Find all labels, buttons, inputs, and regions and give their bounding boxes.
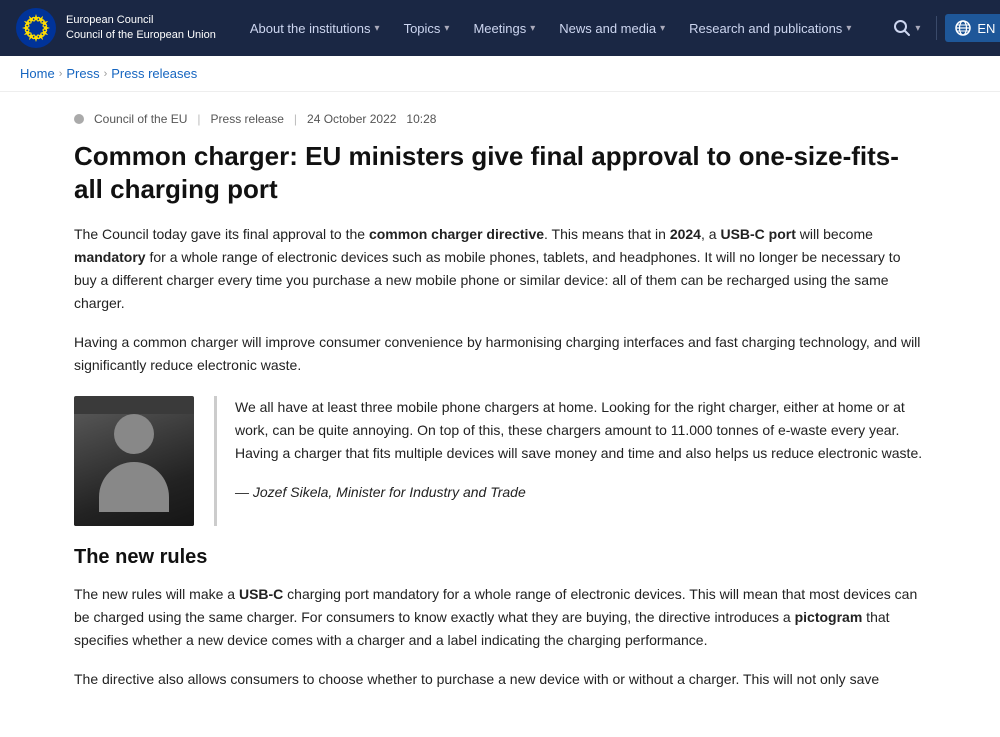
globe-icon [955, 20, 971, 36]
breadcrumb-press-releases[interactable]: Press releases [111, 66, 197, 81]
chevron-down-icon: ▾ [846, 23, 851, 34]
person-head [114, 414, 154, 454]
article-para1: The Council today gave its final approva… [74, 223, 926, 315]
quote-text: We all have at least three mobile phone … [235, 396, 926, 465]
breadcrumb-home[interactable]: Home [20, 66, 55, 81]
nav-topics[interactable]: Topics ▾ [394, 0, 460, 56]
chevron-down-icon: ▾ [444, 23, 449, 34]
chevron-down-icon: ▾ [530, 23, 535, 34]
meta-sep2: | [294, 112, 297, 126]
meta-date: 24 October 2022 [307, 112, 396, 126]
language-selector[interactable]: EN [945, 14, 1000, 42]
org-line1: European Council [66, 13, 216, 28]
minister-photo-inner [74, 414, 194, 526]
main-nav: About the institutions ▾ Topics ▾ Meetin… [240, 0, 862, 56]
site-header: European Council Council of the European… [0, 0, 1000, 56]
main-content: Council of the EU | Press release | 24 O… [50, 92, 950, 737]
breadcrumb-sep2: › [104, 68, 108, 80]
quote-block: We all have at least three mobile phone … [214, 396, 926, 526]
search-button[interactable]: ▾ [885, 19, 928, 37]
org-line2: Council of the European Union [66, 28, 216, 43]
quote-section: We all have at least three mobile phone … [74, 396, 926, 526]
meta-org: Council of the EU [94, 112, 187, 126]
article-body: The Council today gave its final approva… [74, 223, 926, 691]
header-actions: ▾ EN ▾ [885, 14, 1000, 42]
article-title: Common charger: EU ministers give final … [74, 140, 926, 205]
article-meta: Council of the EU | Press release | 24 O… [74, 112, 926, 126]
article-para2: Having a common charger will improve con… [74, 331, 926, 377]
chevron-down-icon: ▾ [915, 23, 920, 34]
nav-news-media[interactable]: News and media ▾ [549, 0, 675, 56]
minister-photo [74, 396, 194, 526]
logo[interactable]: European Council Council of the European… [16, 8, 216, 48]
breadcrumb-sep: › [59, 68, 63, 80]
chevron-down-icon: ▾ [375, 23, 380, 34]
search-icon [893, 19, 911, 37]
org-name: European Council Council of the European… [66, 13, 216, 44]
meta-time: 10:28 [406, 112, 436, 126]
meta-dot [74, 114, 84, 124]
chevron-down-icon: ▾ [660, 23, 665, 34]
nav-research[interactable]: Research and publications ▾ [679, 0, 861, 56]
nav-about-institutions[interactable]: About the institutions ▾ [240, 0, 390, 56]
divider [936, 16, 937, 40]
meta-type: Press release [211, 112, 284, 126]
quote-attribution: — Jozef Sikela, Minister for Industry an… [235, 481, 926, 504]
lang-label: EN [977, 21, 995, 36]
article-para4: The directive also allows consumers to c… [74, 668, 926, 691]
section-heading-new-rules: The new rules [74, 546, 926, 569]
breadcrumb-press[interactable]: Press [66, 66, 99, 81]
meta-sep: | [197, 112, 200, 126]
eu-flag-icon [16, 8, 56, 48]
nav-meetings[interactable]: Meetings ▾ [463, 0, 545, 56]
article-para3: The new rules will make a USB-C charging… [74, 583, 926, 652]
person-body [99, 462, 169, 512]
breadcrumb: Home › Press › Press releases [0, 56, 1000, 92]
